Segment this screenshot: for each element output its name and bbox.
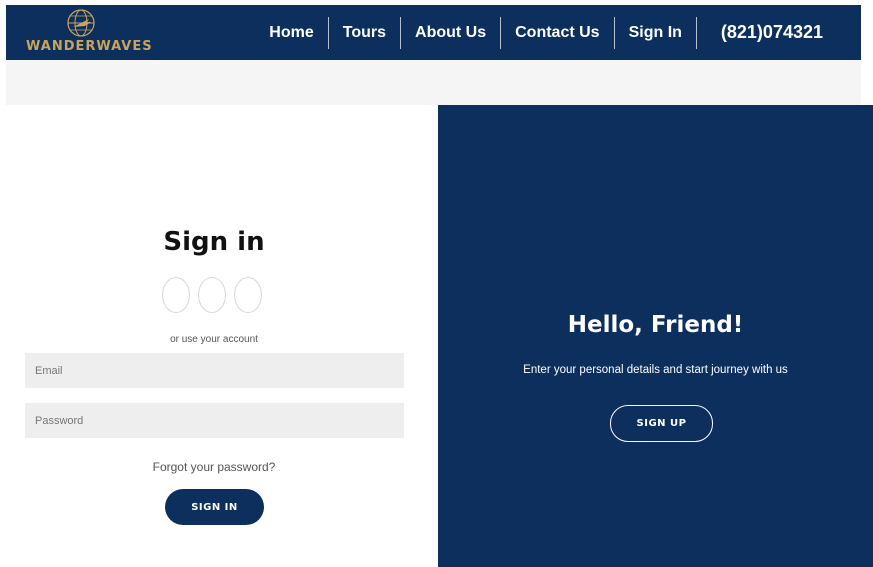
sign-in-panel: Sign in or use your account Forgot your … <box>0 105 438 567</box>
nav-home[interactable]: Home <box>255 16 329 49</box>
nav-about-us[interactable]: About Us <box>401 16 502 49</box>
sign-in-title: Sign in <box>163 227 265 257</box>
sign-up-button[interactable]: SIGN UP <box>610 405 713 442</box>
password-input[interactable] <box>25 403 404 438</box>
nav-sign-in[interactable]: Sign In <box>615 16 697 49</box>
email-input[interactable] <box>25 353 404 388</box>
header-spacer-band <box>6 60 861 105</box>
brand-name: WANDERWAVES <box>26 39 153 54</box>
social-login-group <box>162 277 262 313</box>
nav-contact-us[interactable]: Contact Us <box>501 16 615 49</box>
sign-in-button[interactable]: SIGN IN <box>165 489 264 525</box>
globe-icon <box>67 9 95 37</box>
nav-tours[interactable]: Tours <box>329 16 402 49</box>
nav-menu: Home Tours About Us Contact Us Sign In (… <box>255 5 861 60</box>
phone-number: (821)074321 <box>720 22 823 42</box>
forgot-password-link[interactable]: Forgot your password? <box>0 460 428 474</box>
social-icon[interactable] <box>198 277 226 313</box>
social-icon[interactable] <box>162 277 190 313</box>
or-use-account-text: or use your account <box>170 334 258 345</box>
welcome-subtitle: Enter your personal details and start jo… <box>523 364 788 376</box>
brand-logo[interactable]: WANDERWAVES <box>26 9 152 57</box>
social-icon[interactable] <box>234 277 262 313</box>
welcome-title: Hello, Friend! <box>567 312 744 338</box>
top-navbar: WANDERWAVES Home Tours About Us Contact … <box>6 5 861 60</box>
welcome-panel: Hello, Friend! Enter your personal detai… <box>438 105 873 567</box>
